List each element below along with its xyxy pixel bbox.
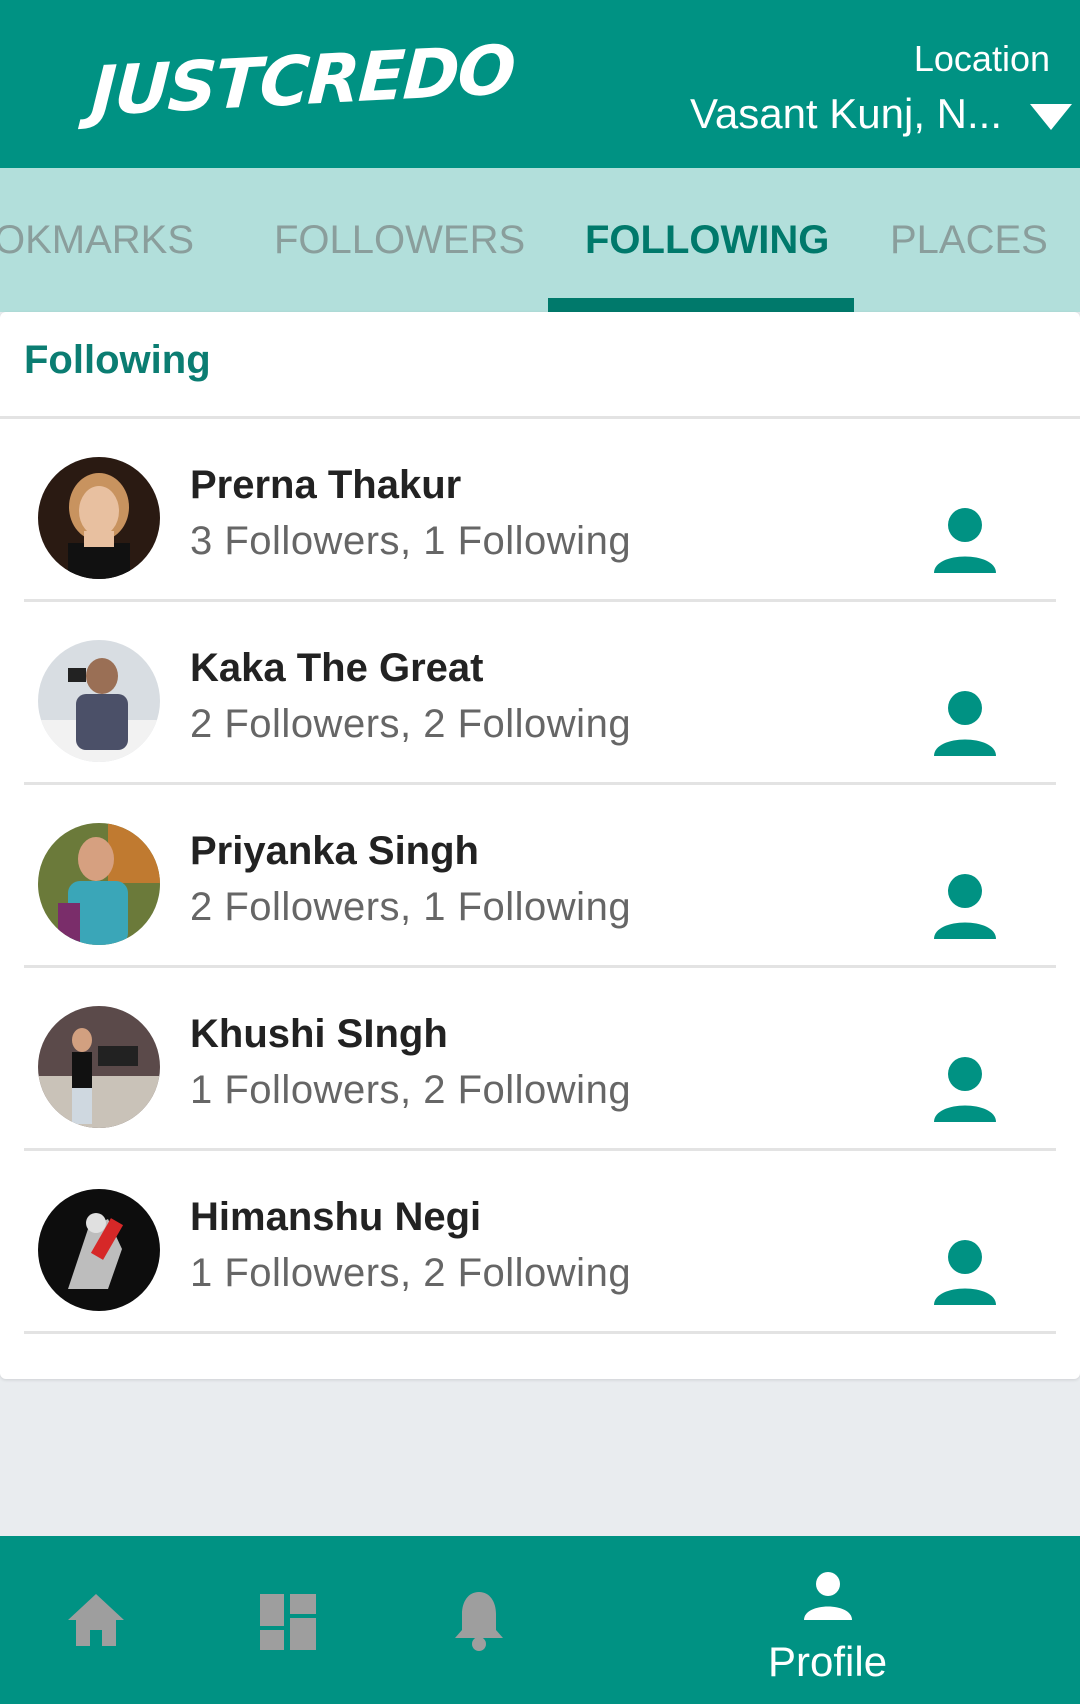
avatar[interactable] bbox=[38, 1006, 160, 1128]
list-item[interactable]: Priyanka Singh 2 Followers, 1 Following bbox=[0, 785, 1080, 968]
list-item[interactable]: Kaka The Great 2 Followers, 2 Following bbox=[0, 602, 1080, 785]
person-icon[interactable] bbox=[930, 1054, 1000, 1124]
avatar[interactable] bbox=[38, 823, 160, 945]
tab-followers[interactable]: FOLLOWERS bbox=[274, 168, 525, 312]
person-name[interactable]: Kaka The Great bbox=[190, 646, 483, 691]
location-selector[interactable]: Vasant Kunj, N... bbox=[690, 90, 1002, 138]
following-card: Following Prerna Thakur 3 Followers, 1 F… bbox=[0, 312, 1080, 1379]
person-name[interactable]: Prerna Thakur bbox=[190, 463, 461, 508]
home-icon[interactable] bbox=[66, 1592, 126, 1648]
list-item[interactable]: Khushi SIngh 1 Followers, 2 Following bbox=[0, 968, 1080, 1151]
nav-profile-label[interactable]: Profile bbox=[768, 1638, 887, 1686]
list-item[interactable]: Prerna Thakur 3 Followers, 1 Following bbox=[0, 419, 1080, 602]
location-label: Location bbox=[913, 38, 1050, 79]
person-icon[interactable] bbox=[930, 1237, 1000, 1307]
avatar[interactable] bbox=[38, 640, 160, 762]
chevron-down-icon[interactable] bbox=[1028, 100, 1074, 134]
list-item[interactable]: Himanshu Negi 1 Followers, 2 Following bbox=[0, 1151, 1080, 1334]
divider bbox=[24, 1331, 1056, 1334]
app-logo[interactable]: JUSTCREDO bbox=[89, 31, 516, 132]
tab-places[interactable]: PLACES bbox=[890, 168, 1048, 312]
bottom-nav: Profile bbox=[0, 1536, 1080, 1704]
person-stats: 2 Followers, 2 Following bbox=[190, 702, 632, 746]
dashboard-icon[interactable] bbox=[260, 1594, 316, 1650]
person-icon[interactable] bbox=[930, 871, 1000, 941]
person-stats: 1 Followers, 2 Following bbox=[190, 1251, 632, 1295]
person-stats: 3 Followers, 1 Following bbox=[190, 519, 632, 563]
person-name[interactable]: Priyanka Singh bbox=[190, 829, 479, 874]
avatar[interactable] bbox=[38, 457, 160, 579]
person-icon[interactable] bbox=[930, 505, 1000, 575]
avatar[interactable] bbox=[38, 1189, 160, 1311]
profile-icon[interactable] bbox=[802, 1570, 854, 1622]
person-stats: 1 Followers, 2 Following bbox=[190, 1068, 632, 1112]
person-stats: 2 Followers, 1 Following bbox=[190, 885, 632, 929]
active-tab-indicator bbox=[548, 298, 854, 312]
app-header: JUSTCREDO Location Vasant Kunj, N... bbox=[0, 0, 1080, 168]
person-icon[interactable] bbox=[930, 688, 1000, 758]
tab-following[interactable]: FOLLOWING bbox=[585, 168, 829, 312]
profile-tabs: OKMARKS FOLLOWERS FOLLOWING PLACES bbox=[0, 168, 1080, 312]
person-name[interactable]: Himanshu Negi bbox=[190, 1195, 481, 1240]
person-name[interactable]: Khushi SIngh bbox=[190, 1012, 448, 1057]
tab-bookmarks[interactable]: OKMARKS bbox=[0, 168, 194, 312]
bell-icon[interactable] bbox=[452, 1588, 506, 1652]
section-title: Following bbox=[24, 338, 211, 382]
